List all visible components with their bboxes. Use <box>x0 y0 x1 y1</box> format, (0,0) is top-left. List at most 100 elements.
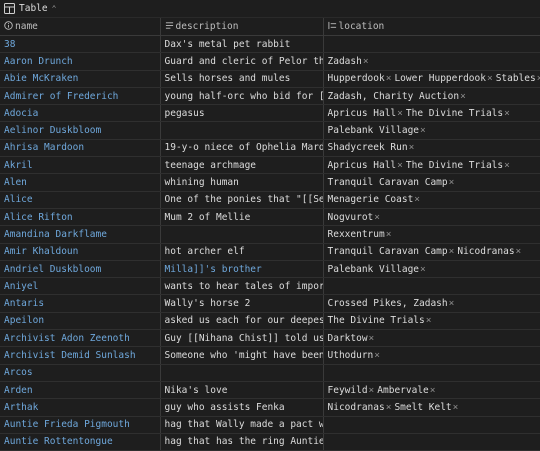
remove-tag-icon[interactable]: × <box>363 56 369 67</box>
table-row[interactable]: Admirer of Frederich young half-orc who b… <box>0 87 540 106</box>
cell-name[interactable]: Auntie Rottentongue <box>0 433 161 451</box>
cell-description[interactable]: Mum 2 of Mellie <box>160 208 324 227</box>
cell-location[interactable]: Apricus Hall× The Divine Trials× <box>323 104 540 123</box>
cell-location[interactable]: Darktow× <box>323 329 540 348</box>
cell-location[interactable]: Nogvurot× <box>323 208 540 227</box>
table-row[interactable]: 38 Dax's metal pet rabbit <box>0 35 540 54</box>
remove-tag-icon[interactable]: × <box>430 385 436 396</box>
cell-location[interactable]: Nicodranas× Smelt Kelt× <box>323 398 540 417</box>
cell-description[interactable]: Someone who 'might have been right', <box>160 346 324 365</box>
cell-location[interactable]: Tranquil Caravan Camp× <box>323 173 540 192</box>
cell-location[interactable]: Uthodurn× <box>323 346 540 365</box>
remove-tag-icon[interactable]: × <box>374 350 380 361</box>
remove-tag-icon[interactable]: × <box>397 160 403 171</box>
table-row[interactable]: Antaris Wally's horse 2 Crossed Pikes, Zad… <box>0 294 540 313</box>
table-row[interactable]: AliceOne of the ponies that "[[Sendra Bi… <box>0 191 540 209</box>
cell-description[interactable]: Guard and cleric of Pelor that we saved <box>160 52 324 71</box>
cell-description[interactable]: young half-orc who bid for [[Frederich <box>160 87 324 106</box>
table-row[interactable]: Arcos <box>0 364 540 382</box>
remove-tag-icon[interactable]: × <box>386 402 392 413</box>
remove-tag-icon[interactable]: × <box>397 108 403 119</box>
cell-name[interactable]: Archivist Adon Zeenoth <box>0 329 161 348</box>
cell-name[interactable]: Apeilon <box>0 312 161 331</box>
cell-location[interactable]: Tranquil Caravan Camp× Nicodranas× <box>323 243 540 261</box>
cell-description[interactable]: whining human <box>160 173 324 192</box>
table-row[interactable]: Ahrisa Mardoon 19-y-o niece of Ophelia Ma… <box>0 139 540 158</box>
cell-name[interactable]: Antaris <box>0 294 161 313</box>
column-header-name[interactable]: name <box>0 18 161 36</box>
cell-name[interactable]: Arden <box>0 381 161 400</box>
remove-tag-icon[interactable]: × <box>504 160 510 171</box>
cell-location[interactable]: Apricus Hall× The Divine Trials× <box>323 156 540 175</box>
cell-description[interactable]: wants to hear tales of important peop <box>160 277 324 296</box>
cell-location[interactable]: Palebank Village× <box>323 260 540 279</box>
cell-name[interactable]: 38 <box>0 35 161 54</box>
cell-description[interactable]: Sells horses and mules <box>160 70 324 88</box>
remove-tag-icon[interactable]: × <box>504 108 510 119</box>
cell-location[interactable] <box>323 35 540 54</box>
remove-tag-icon[interactable]: × <box>449 177 455 188</box>
remove-tag-icon[interactable]: × <box>414 194 420 205</box>
cell-location[interactable]: Feywild× Ambervale× <box>323 381 540 400</box>
cell-name[interactable]: Amir Khaldoun <box>0 243 161 261</box>
remove-tag-icon[interactable]: × <box>420 125 426 136</box>
table-row[interactable]: Auntie Frieda Pigmouth hag that Wally mad… <box>0 416 540 434</box>
remove-tag-icon[interactable]: × <box>449 246 455 257</box>
remove-tag-icon[interactable]: × <box>386 73 392 84</box>
table-row[interactable]: Archivist Adon Zeenoth Guy [[Nihana Chist… <box>0 329 540 348</box>
cell-location[interactable] <box>323 364 540 382</box>
table-row[interactable]: Auntie Rottentongue hag that has the ring… <box>0 433 540 451</box>
cell-location[interactable]: Zadash, Charity Auction× <box>323 87 540 106</box>
table-row[interactable]: Apeilonasked us each for our deepest, da… <box>0 312 540 331</box>
cell-name[interactable]: Andriel Duskbloom <box>0 260 161 279</box>
cell-location[interactable] <box>323 433 540 451</box>
remove-tag-icon[interactable]: × <box>409 142 415 153</box>
cell-name[interactable]: Amandina Darkflame <box>0 225 161 244</box>
cell-name[interactable]: Aaron Drunch <box>0 52 161 71</box>
table-row[interactable]: Arden Nika's love Feywild× Ambervale× <box>0 381 540 400</box>
view-switcher[interactable]: Table ⌃ <box>0 0 540 18</box>
table-row[interactable]: Amandina Darkflame Rexxentrum× <box>0 225 540 244</box>
table-row[interactable]: Aaron DrunchGuard and cleric of Pelor th… <box>0 52 540 71</box>
column-header-description[interactable]: description <box>160 18 324 36</box>
table-row[interactable]: Aniyelwants to hear tales of important p… <box>0 277 540 296</box>
table-row[interactable]: Alice Rifton Mum 2 of Mellie Nogvurot× <box>0 208 540 227</box>
cell-name[interactable]: Aniyel <box>0 277 161 296</box>
remove-tag-icon[interactable]: × <box>449 298 455 309</box>
cell-description[interactable]: asked us each for our deepest, darkes <box>160 312 324 331</box>
cell-location[interactable]: The Divine Trials× <box>323 312 540 331</box>
cell-description[interactable]: One of the ponies that "[[Sendra Biss <box>160 191 324 209</box>
cell-name[interactable]: Archivist Demid Sunlash <box>0 346 161 365</box>
cell-name[interactable]: Akril <box>0 156 161 175</box>
table-row[interactable]: Adocia pegasus Apricus Hall× The Divine Tri… <box>0 104 540 123</box>
cell-description[interactable]: Wally's horse 2 <box>160 294 324 313</box>
cell-description[interactable]: hag that has the ring Auntie Frieda h <box>160 433 324 451</box>
table-row[interactable]: Abie McKraken Sells horses and mules Huppe… <box>0 70 540 88</box>
cell-description[interactable]: 19-y-o niece of Ophelia Mardoon who li <box>160 139 324 158</box>
table-row[interactable]: Archivist Demid Sunlash Someone who 'migh… <box>0 346 540 365</box>
table-row[interactable]: Akril teenage archmage Apricus Hall× The Di… <box>0 156 540 175</box>
cell-name[interactable]: Abie McKraken <box>0 70 161 88</box>
cell-location[interactable]: Shadycreek Run× <box>323 139 540 158</box>
remove-tag-icon[interactable]: × <box>374 212 380 223</box>
remove-tag-icon[interactable]: × <box>460 91 466 102</box>
cell-description[interactable] <box>160 364 324 382</box>
table-row[interactable]: Aelinor Duskbloom Palebank Village× <box>0 121 540 140</box>
remove-tag-icon[interactable]: × <box>453 402 459 413</box>
column-header-location[interactable]: location <box>323 18 540 36</box>
cell-location[interactable] <box>323 416 540 434</box>
cell-name[interactable]: Ahrisa Mardoon <box>0 139 161 158</box>
remove-tag-icon[interactable]: × <box>369 333 375 344</box>
cell-name[interactable]: Arcos <box>0 364 161 382</box>
cell-description[interactable] <box>160 225 324 244</box>
cell-location[interactable]: Menagerie Coast× <box>323 191 540 209</box>
cell-location[interactable]: Zadash× <box>323 52 540 71</box>
cell-location[interactable]: Palebank Village× <box>323 121 540 140</box>
cell-description[interactable]: Dax's metal pet rabbit <box>160 35 324 54</box>
cell-description[interactable]: Nika's love <box>160 381 324 400</box>
cell-description[interactable] <box>160 121 324 140</box>
cell-name[interactable]: Adocia <box>0 104 161 123</box>
cell-name[interactable]: Alice Rifton <box>0 208 161 227</box>
cell-description[interactable]: teenage archmage <box>160 156 324 175</box>
remove-tag-icon[interactable]: × <box>426 315 432 326</box>
